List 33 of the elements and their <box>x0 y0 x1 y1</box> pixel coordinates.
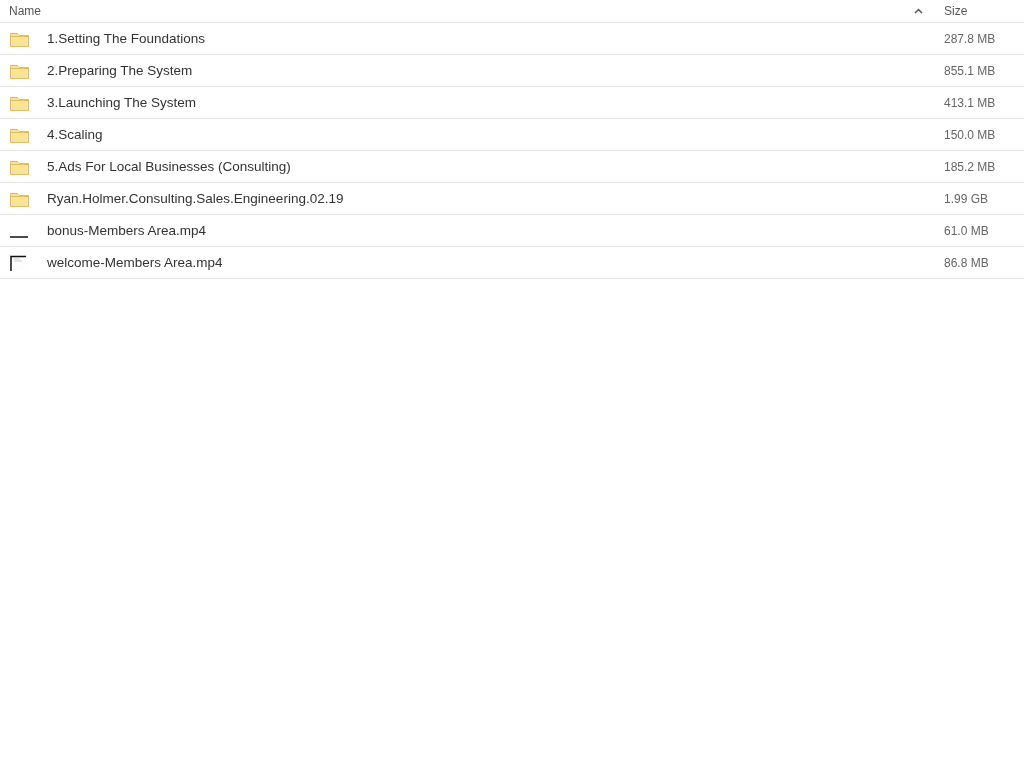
file-size: 287.8 MB <box>944 31 997 46</box>
file-size: 413.1 MB <box>944 95 997 110</box>
file-row[interactable]: Ryan.Holmer.Consulting.Sales.Engineering.02.19 1.99 GB <box>0 183 1024 215</box>
column-header[interactable]: Name <box>9 4 914 18</box>
file-size: 150.0 MB <box>944 127 997 142</box>
file-name: bonus-Members Area.mp4 <box>47 223 208 238</box>
folder-icon <box>10 190 29 207</box>
folder-icon <box>10 158 29 175</box>
file-size: 86.8 MB <box>944 255 990 270</box>
file-row[interactable]: bonus-Members Area.mp4 61.0 MB <box>0 215 1024 247</box>
file-name: 4.Scaling <box>47 127 104 142</box>
file-size: 855.1 MB <box>944 63 997 78</box>
folder-icon <box>10 94 29 111</box>
file-name: 1.Setting The Foundations <box>47 31 207 46</box>
file-name: 2.Preparing The System <box>47 63 194 78</box>
file-name: 5.Ads For Local Businesses (Consulting) <box>47 159 292 174</box>
folder-icon <box>10 62 29 79</box>
file-name: Ryan.Holmer.Consulting.Sales.Engineering.02.19 <box>47 191 345 206</box>
folder-icon <box>10 30 29 47</box>
file-row[interactable]: 4.Scaling 150.0 MB <box>0 119 1024 151</box>
file-row[interactable]: welcome-Members Area.mp4 86.8 MB <box>0 247 1024 279</box>
file-name: welcome-Members Area.mp4 <box>47 255 224 270</box>
file-row[interactable]: 2.Preparing The System 855.1 MB <box>0 55 1024 87</box>
folder-icon <box>10 126 29 143</box>
file-size: 185.2 MB <box>944 159 997 174</box>
file-size: 61.0 MB <box>944 223 990 238</box>
file-row[interactable]: 1.Setting The Foundations 287.8 MB <box>0 23 1024 55</box>
file-size: 1.99 GB <box>944 191 990 206</box>
sort-caret-icon[interactable] <box>914 8 923 14</box>
column-header[interactable]: Size <box>944 4 1024 18</box>
file-name: 3.Launching The System <box>47 95 198 110</box>
file-row[interactable]: 5.Ads For Local Businesses (Consulting) 185.2 MB <box>0 151 1024 183</box>
file-row[interactable]: 3.Launching The System 413.1 MB <box>0 87 1024 119</box>
